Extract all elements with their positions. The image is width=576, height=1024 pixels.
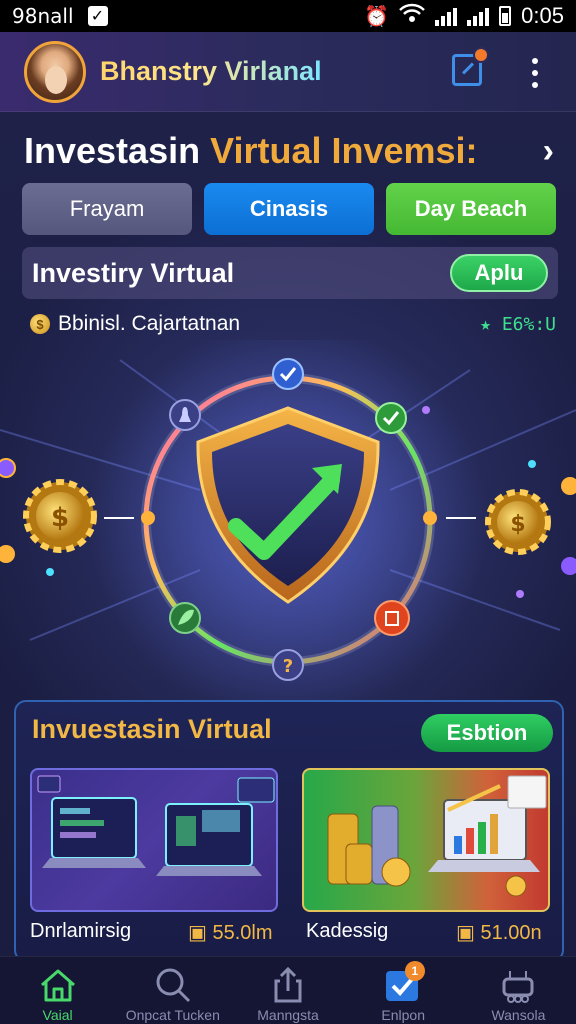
card-dnrlamirsig[interactable] (30, 768, 278, 912)
clock: 0:05 (521, 3, 564, 28)
share-icon (274, 967, 302, 1003)
svg-text:$: $ (510, 512, 525, 537)
investment-panel: Invuestasin Virtual Esbtion Dnrlamirsig … (14, 700, 564, 962)
panel-title: Invuestasin Virtual (32, 714, 272, 744)
card-value-text-0: 55.0lm (212, 922, 273, 944)
dollar-gear-icon-right: $ (485, 489, 551, 555)
robot-icon (502, 971, 534, 1003)
edition-button[interactable]: Esbtion (421, 714, 553, 752)
investment-bar: Investiry Virtual Aplu (22, 247, 558, 299)
card-label-kadessig: Kadessig (306, 920, 389, 942)
nav-label-vaial: Vaial (42, 1007, 73, 1023)
nav-item-share[interactable]: Manngsta (230, 957, 345, 1024)
laptops-illustration (37, 775, 275, 876)
hero-graphic: ? $ $ (0, 320, 576, 720)
home-icon (40, 969, 75, 1002)
card-value-kadessig: ▣ 51.00n (456, 920, 542, 945)
dollar-gear-icon-left: $ (23, 479, 97, 553)
orbit-check-icon-2 (375, 402, 407, 434)
signal-icon (435, 6, 458, 26)
orbit-check-icon (272, 358, 304, 390)
nav-label-search: Onpcat Tucken (125, 1007, 220, 1023)
bottom-nav: Vaial Onpcat Tucken Manngsta 1 Enlpon Wa… (0, 956, 576, 1024)
nav-item-vaial[interactable]: Vaial (0, 957, 115, 1024)
card-kadessig[interactable] (302, 768, 550, 912)
chevron-right-icon[interactable]: › (543, 132, 554, 171)
wallet-icon: ▣ (188, 922, 213, 944)
orbit-trash-icon (374, 600, 410, 636)
wifi-icon (399, 3, 426, 29)
edit-icon[interactable] (452, 47, 489, 86)
avatar[interactable] (24, 40, 86, 103)
status-bar: 98nall ✓ ⏰ 0:05 (0, 0, 576, 32)
nav-item-search[interactable]: Onpcat Tucken (115, 957, 230, 1024)
dollar-coin-icon: $ (30, 314, 50, 334)
coins-laptop-illustration (327, 775, 547, 897)
svg-text:?: ? (283, 656, 293, 677)
page-title-part2: Virtual Invemsi: (210, 130, 478, 171)
card-label-dnrlamirsig: Dnrlamirsig (30, 920, 132, 942)
nav-item-enlpon[interactable]: 1 Enlpon (346, 957, 461, 1024)
nav-label-share: Manngsta (257, 1007, 319, 1023)
page-title-part1: Investasin (24, 130, 211, 171)
card-value-text-1: 51.00n (480, 922, 542, 944)
alarm-icon: ⏰ (364, 5, 390, 28)
orbit-question-icon: ? (272, 649, 304, 681)
notification-dot (473, 47, 489, 63)
battery-icon (499, 6, 512, 26)
tab-cinasis[interactable]: Cinasis (204, 183, 374, 235)
search-icon (156, 968, 190, 1003)
app-header: Bhanstry Virlanal (0, 32, 576, 112)
signal-icon-2 (467, 6, 490, 26)
tab-bar: Frayam Cinasis Day Beach (22, 183, 556, 235)
nav-item-wansola[interactable]: Wansola (461, 957, 576, 1024)
checkbox-notification-icon: ✓ (87, 6, 108, 26)
hero-illustration: ? $ $ (0, 320, 576, 720)
tab-day-beach[interactable]: Day Beach (386, 183, 556, 235)
card-value-dnrlamirsig: ▣ 55.0lm (188, 920, 272, 945)
page-title: Investasin Virtual Invemsi: (24, 130, 478, 172)
page-title-row[interactable]: Investasin Virtual Invemsi: › (24, 126, 554, 176)
balance-label: Bbinisl. Cajartatnan (58, 312, 241, 335)
balance-value: ★ E6%:U (480, 313, 556, 335)
investment-bar-title: Investiry Virtual (32, 257, 235, 288)
orbit-bell-icon (169, 399, 201, 431)
more-vertical-icon[interactable] (532, 58, 538, 88)
carrier-label: 98nall (12, 4, 74, 28)
orbit-leaf-icon (169, 602, 201, 634)
wallet-icon: ▣ (456, 922, 481, 944)
nav-badge: 1 (404, 961, 425, 981)
nav-label-wansola: Wansola (491, 1007, 546, 1023)
svg-text:$: $ (51, 503, 69, 533)
nav-label-enlpon: Enlpon (381, 1007, 425, 1023)
balance-row: $ Bbinisl. Cajartatnan ★ E6%:U (30, 310, 556, 338)
tab-frayam[interactable]: Frayam (22, 183, 192, 235)
app-title: Bhanstry Virlanal (100, 56, 322, 86)
apply-button[interactable]: Aplu (450, 254, 548, 292)
